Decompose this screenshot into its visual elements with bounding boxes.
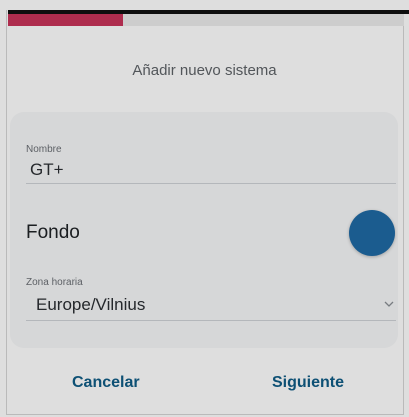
screen: Añadir nuevo sistema Nombre Fondo Zona h… xyxy=(0,0,409,417)
next-button[interactable]: Siguiente xyxy=(272,374,344,392)
progress-bar xyxy=(8,14,404,26)
background-color-picker[interactable] xyxy=(349,210,395,256)
dialog-title: Añadir nuevo sistema xyxy=(132,62,277,79)
form-card: Nombre Fondo Zona horaria Europe/Vilnius xyxy=(10,112,398,348)
progress-bar-fill xyxy=(8,14,123,26)
background-label: Fondo xyxy=(26,222,80,243)
name-field-label: Nombre xyxy=(26,144,62,155)
timezone-field-label: Zona horaria xyxy=(26,277,83,288)
chevron-down-icon xyxy=(384,301,394,307)
name-field-underline xyxy=(26,183,396,184)
cancel-button[interactable]: Cancelar xyxy=(72,374,140,392)
timezone-value: Europe/Vilnius xyxy=(36,295,146,314)
timezone-field-underline xyxy=(26,320,396,321)
name-input[interactable] xyxy=(30,158,370,182)
timezone-select[interactable]: Europe/Vilnius xyxy=(26,290,396,318)
